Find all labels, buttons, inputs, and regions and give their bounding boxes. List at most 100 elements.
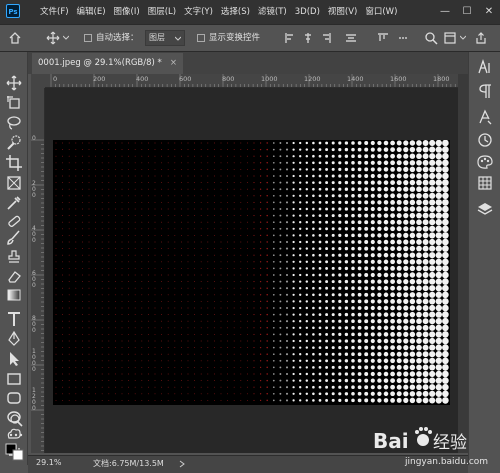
halftone-dot [351,332,355,337]
document-size[interactable]: 文档:6.75M/13.5M [93,458,164,469]
swatches-panel-button[interactable] [476,174,494,192]
home-icon[interactable] [8,31,22,45]
halftone-dot [55,195,57,197]
halftone-dot [409,377,416,384]
vertical-scrollbar[interactable] [458,74,468,453]
horizontal-ruler[interactable]: 0 200 400 600 800 1000 1200 1400 1600 18… [45,74,458,88]
menu-edit[interactable]: 编辑(E) [73,0,110,24]
halftone-dot [351,141,355,145]
color-panel-button[interactable] [476,153,494,171]
rectangle-tool[interactable] [5,370,23,388]
workspace-icon[interactable] [444,32,456,44]
document-canvas[interactable] [53,140,450,405]
halftone-dot [240,228,242,230]
halftone-dot [213,366,215,368]
menu-type[interactable]: 文字(Y) [180,0,217,24]
glyphs-panel-button[interactable] [476,108,494,126]
pen-tool[interactable] [5,330,23,348]
history-panel-button[interactable] [476,131,494,149]
halftone-dot [121,182,123,184]
halftone-dot [435,318,442,325]
ruler-origin[interactable] [31,74,45,88]
halftone-dot [167,248,169,250]
auto-select-target-dropdown[interactable]: 图层 [145,30,185,46]
move-tool-preset-icon[interactable] [46,31,60,45]
menu-file[interactable]: 文件(F) [36,0,73,24]
halftone-dot [240,195,242,197]
auto-select-checkbox[interactable] [84,34,92,42]
halftone-dot [62,281,64,283]
artboard-tool[interactable] [5,94,23,112]
align-right-icon[interactable] [321,33,331,43]
crop-tool[interactable] [5,154,23,172]
align-left-icon[interactable] [285,33,295,43]
halftone-dot [435,311,442,318]
halftone-dot [121,267,123,269]
menu-select[interactable]: 选择(S) [217,0,254,24]
vertical-ruler[interactable]: 0 2 0 0 4 0 0 6 0 0 8 0 0 1 0 0 0 1 2 0 … [31,88,45,453]
halftone-dot [442,192,449,200]
layers-panel-button[interactable] [476,200,494,218]
halftone-dot [207,155,209,157]
halftone-dot [68,182,70,184]
rounded-rect-tool[interactable] [5,389,23,407]
halftone-dot [81,294,83,296]
halftone-dot [213,320,215,322]
distribute-icon[interactable] [346,33,356,43]
halftone-dot [390,140,395,146]
halftone-dot [68,366,70,368]
menu-layer[interactable]: 图层(L) [144,0,180,24]
more-tools-icon[interactable] [9,432,23,438]
halftone-dot [331,194,335,198]
menu-view[interactable]: 视图(V) [324,0,361,24]
quick-select-tool[interactable] [5,134,23,152]
document-tab[interactable]: 0001.jpeg @ 29.1%(RGB/8) * × [32,53,183,74]
zoom-level[interactable]: 29.1% [36,458,61,467]
frame-tool[interactable] [5,174,23,192]
menu-image[interactable]: 图像(I) [110,0,144,24]
tab-close-button[interactable]: × [170,58,177,68]
clone-stamp-tool[interactable] [5,248,23,266]
align-center-icon[interactable] [303,33,313,43]
halftone-dot [154,142,156,144]
maximize-button[interactable]: ☐ [456,0,478,24]
halftone-dot [422,371,429,377]
zoom-tool-icon[interactable] [9,413,23,427]
search-icon[interactable] [424,31,438,45]
type-tool[interactable] [5,310,23,328]
halftone-dot [114,347,116,349]
halftone-dot [141,347,143,349]
eraser-tool[interactable] [5,267,23,285]
paragraph-panel-button[interactable] [476,82,494,100]
minimize-button[interactable]: — [434,0,456,24]
chevron-down-icon[interactable] [460,35,466,41]
healing-brush-tool[interactable] [5,212,23,230]
menu-3d[interactable]: 3D(D) [291,0,324,24]
character-panel-button[interactable] [476,58,494,76]
halftone-dot [213,221,215,223]
more-options-icon[interactable] [398,33,408,43]
color-swatches-icon[interactable] [5,443,25,461]
halftone-dot [240,373,242,375]
share-icon[interactable] [474,31,488,45]
halftone-dot [128,294,130,296]
menu-window[interactable]: 窗口(W) [361,0,401,24]
gradient-tool[interactable] [5,286,23,304]
lasso-tool[interactable] [5,114,23,132]
chevron-down-icon[interactable] [63,35,69,41]
brush-tool[interactable] [5,229,23,247]
halftone-dot [95,215,97,217]
show-transform-checkbox[interactable] [197,34,205,42]
halftone-dot [88,168,90,170]
close-button[interactable]: ✕ [478,0,500,24]
halftone-dot [299,386,302,389]
halftone-dot [403,318,409,324]
halftone-dot [416,311,422,318]
move-tool[interactable] [5,74,23,92]
path-select-tool[interactable] [5,350,23,368]
halftone-dot [383,351,389,357]
chevron-right-icon[interactable] [178,460,186,468]
align-top-icon[interactable] [378,33,388,43]
eyedropper-tool[interactable] [5,194,23,212]
menu-filter[interactable]: 滤镜(T) [254,0,291,24]
